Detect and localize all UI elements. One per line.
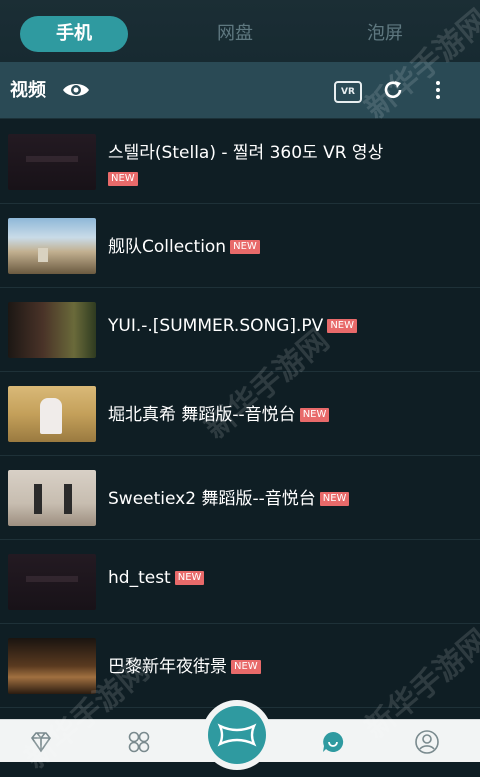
grid-icon[interactable] <box>126 729 152 755</box>
video-title: YUI.-.[SUMMER.SONG].PV <box>108 316 324 336</box>
list-item[interactable]: Sweetiex2 舞蹈版--音悦台 NEW <box>0 456 480 540</box>
video-list: 스텔라(Stella) - 찔려 360도 VR 영상 NEW 舰队Collec… <box>0 120 480 708</box>
list-item[interactable]: 舰队Collection NEW <box>0 204 480 288</box>
diamond-icon[interactable] <box>28 729 54 755</box>
vr-center-icon <box>217 723 257 747</box>
section-toolbar: 视频 VR <box>0 62 480 119</box>
chat-icon[interactable] <box>320 729 346 755</box>
new-badge: NEW <box>174 571 205 585</box>
tab-cloud-drive[interactable]: 网盘 <box>190 16 280 52</box>
new-badge: NEW <box>230 240 260 254</box>
video-thumbnail <box>8 554 96 610</box>
new-badge: NEW <box>231 660 261 674</box>
vr-center-button[interactable] <box>202 700 272 770</box>
top-tab-bar: 手机 网盘 泡屏 <box>0 0 480 62</box>
tab-screen[interactable]: 泡屏 <box>340 16 430 52</box>
list-item[interactable]: 堀北真希 舞蹈版--音悦台 NEW <box>0 372 480 456</box>
more-icon[interactable] <box>432 79 444 101</box>
list-item[interactable]: hd_test NEW <box>0 540 480 624</box>
tab-phone[interactable]: 手机 <box>20 16 128 52</box>
video-title: 堀北真希 舞蹈版--音悦台 <box>108 405 296 425</box>
eye-icon[interactable] <box>62 80 90 100</box>
video-title: hd_test <box>108 568 171 588</box>
new-badge: NEW <box>327 319 358 333</box>
video-thumbnail <box>8 302 96 358</box>
list-item[interactable]: 스텔라(Stella) - 찔려 360도 VR 영상 NEW <box>0 120 480 204</box>
list-item[interactable]: YUI.-.[SUMMER.SONG].PV NEW <box>0 288 480 372</box>
video-title: 巴黎新年夜街景 <box>108 657 227 677</box>
section-title: 视频 <box>10 80 46 101</box>
video-thumbnail <box>8 638 96 694</box>
video-thumbnail <box>8 470 96 526</box>
video-title: 舰队Collection <box>108 237 227 257</box>
new-badge: NEW <box>299 408 330 422</box>
profile-icon[interactable] <box>414 729 440 755</box>
video-thumbnail <box>8 134 96 190</box>
vr-icon[interactable]: VR <box>334 81 362 103</box>
video-title: 스텔라(Stella) - 찔려 360도 VR 영상 <box>108 143 384 163</box>
video-thumbnail <box>8 386 96 442</box>
refresh-icon[interactable] <box>382 79 404 101</box>
video-thumbnail <box>8 218 96 274</box>
new-badge: NEW <box>319 492 350 506</box>
new-badge: NEW <box>108 171 138 186</box>
video-title: Sweetiex2 舞蹈版--音悦台 <box>108 489 316 509</box>
list-item[interactable]: 巴黎新年夜街景 NEW <box>0 624 480 708</box>
